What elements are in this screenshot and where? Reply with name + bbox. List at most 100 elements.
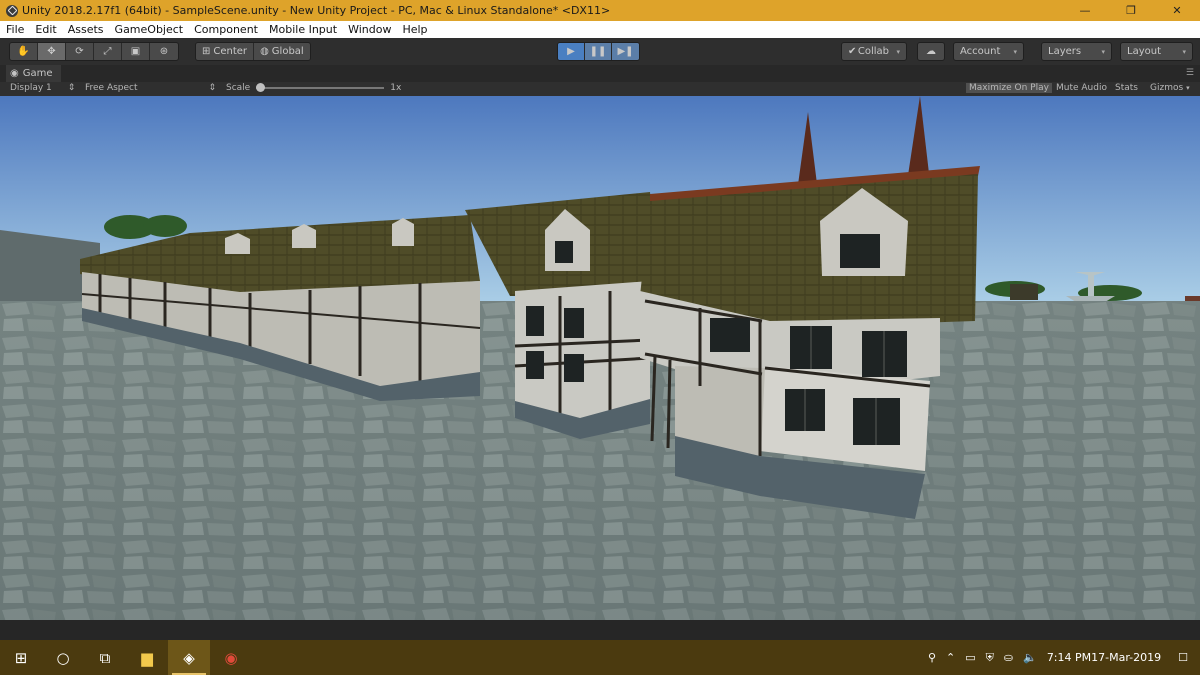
rotate-tool-button[interactable]: ⟳: [66, 43, 94, 60]
hand-icon: ✋: [17, 46, 30, 57]
volume-icon[interactable]: 🔈: [1018, 640, 1042, 675]
globe-icon: ◍: [260, 46, 269, 57]
cloud-button[interactable]: ☁: [917, 42, 945, 61]
chevron-updown-icon: ⇕: [67, 83, 76, 93]
search-circle-icon: ○: [56, 648, 70, 667]
clock-date: 17-Mar-2019: [1091, 650, 1162, 664]
display-dropdown[interactable]: Display 1 ⇕: [10, 83, 75, 93]
chevron-down-icon: ▾: [1182, 47, 1186, 56]
tab-game[interactable]: ◉ Game: [6, 65, 61, 82]
pivot-global-button[interactable]: ◍ Global: [254, 43, 310, 60]
mute-audio-toggle[interactable]: Mute Audio: [1056, 83, 1107, 93]
chrome-icon: ◉: [224, 648, 238, 667]
play-icon: ▶: [567, 46, 575, 57]
game-scene: [0, 96, 1200, 620]
hand-tool-button[interactable]: ✋: [10, 43, 38, 60]
notifications-icon[interactable]: ☐: [1166, 640, 1200, 675]
editor-bottom-strip: [0, 620, 1200, 640]
main-toolbar: ✋ ✥ ⟳ ⤢ ▣ ⊛ ⊞ Center ◍ Global ▶ ❚❚ ▶❚ ✔ Co…: [0, 38, 1200, 65]
menu-assets[interactable]: Assets: [68, 23, 104, 36]
game-controller-icon: ◉: [10, 68, 19, 79]
play-button[interactable]: ▶: [558, 43, 585, 60]
display-label: Display 1: [10, 83, 52, 93]
game-tab-label: Game: [22, 68, 53, 79]
network-icon[interactable]: ⛀: [999, 640, 1018, 675]
transform-tool-button[interactable]: ⊛: [150, 43, 178, 60]
menu-gameobject[interactable]: GameObject: [115, 23, 184, 36]
rect-tool-button[interactable]: ▣: [122, 43, 150, 60]
aspect-label: Free Aspect: [85, 83, 138, 93]
chevron-updown-icon: ⇕: [208, 83, 217, 93]
minimize-button[interactable]: —: [1062, 0, 1108, 21]
clock-time: 7:14 PM: [1046, 650, 1092, 664]
step-icon: ▶❚: [617, 46, 634, 57]
pivot-icon: ⊞: [202, 46, 211, 57]
game-viewport[interactable]: [0, 96, 1200, 620]
step-button[interactable]: ▶❚: [612, 43, 639, 60]
menu-edit[interactable]: Edit: [35, 23, 56, 36]
layout-label: Layout: [1127, 46, 1161, 57]
chevron-down-icon: ▾: [896, 47, 900, 56]
folder-icon: ▆: [141, 648, 153, 667]
layers-label: Layers: [1048, 46, 1082, 57]
aspect-dropdown[interactable]: Free Aspect ⇕: [85, 83, 216, 93]
chevron-down-icon: ▾: [1186, 84, 1190, 92]
close-button[interactable]: ✕: [1154, 0, 1200, 21]
start-button[interactable]: ⊞: [0, 640, 42, 675]
pivot-center-button[interactable]: ⊞ Center: [196, 43, 255, 60]
cortana-button[interactable]: ○: [42, 640, 84, 675]
layout-dropdown[interactable]: Layout ▾: [1120, 42, 1193, 61]
security-shield-icon[interactable]: ⛨: [981, 640, 999, 675]
file-explorer-button[interactable]: ▆: [126, 640, 168, 675]
stats-label: Stats: [1115, 83, 1138, 93]
people-icon[interactable]: ⚲: [923, 640, 941, 675]
stats-toggle[interactable]: Stats: [1115, 83, 1138, 93]
account-dropdown[interactable]: Account ▾: [953, 42, 1024, 61]
task-view-button[interactable]: ⧉: [84, 640, 126, 675]
move-icon: ✥: [47, 46, 56, 57]
move-tool-button[interactable]: ✥: [38, 43, 66, 60]
scale-slider[interactable]: [256, 83, 385, 92]
chevron-down-icon: ▾: [1013, 47, 1017, 56]
menu-window[interactable]: Window: [348, 23, 391, 36]
gizmos-dropdown[interactable]: Gizmos ▾: [1150, 83, 1190, 93]
transform-icon: ⊛: [159, 46, 169, 57]
pause-icon: ❚❚: [589, 46, 607, 57]
scale-icon: ⤢: [103, 46, 112, 57]
panel-menu-icon[interactable]: ☰: [1186, 68, 1194, 78]
rotation-label: Global: [271, 46, 304, 57]
game-tab-header: ◉ Game ☰: [0, 65, 1200, 82]
collab-label: Collab: [857, 46, 889, 57]
unity-app-icon: [6, 4, 18, 17]
mute-label: Mute Audio: [1056, 83, 1107, 93]
chevron-up-icon[interactable]: ⌃: [941, 640, 960, 675]
transform-tools: ✋ ✥ ⟳ ⤢ ▣ ⊛: [9, 42, 179, 61]
windows-taskbar: ⊞ ○ ⧉ ▆ ◈ ◉ ⚲ ⌃ ▭ ⛨ ⛀ 🔈 7:14 PM 17-Mar-2…: [0, 640, 1200, 675]
collab-dropdown[interactable]: ✔ Collab ▾: [841, 42, 907, 61]
rect-icon: ▣: [130, 46, 141, 57]
pivot-label: Center: [213, 46, 248, 57]
maximize-on-play-toggle[interactable]: Maximize On Play: [966, 83, 1052, 93]
unity-icon: ◈: [183, 648, 195, 667]
scale-slider-handle[interactable]: [256, 83, 266, 92]
window-controls: — ❐ ✕: [1062, 0, 1200, 21]
layers-dropdown[interactable]: Layers ▾: [1041, 42, 1112, 61]
pause-button[interactable]: ❚❚: [585, 43, 612, 60]
scale-control: Scale 1x: [226, 83, 401, 93]
gizmos-label: Gizmos: [1150, 83, 1184, 93]
unity-taskbar-button[interactable]: ◈: [168, 640, 210, 675]
game-view-controls: Display 1 ⇕ Free Aspect ⇕ Scale 1x Maxim…: [0, 82, 1200, 96]
menu-file[interactable]: File: [6, 23, 24, 36]
scale-value: 1x: [390, 83, 402, 93]
menu-component[interactable]: Component: [194, 23, 258, 36]
pivot-controls: ⊞ Center ◍ Global: [195, 42, 311, 61]
restore-button[interactable]: ❐: [1108, 0, 1154, 21]
scale-tool-button[interactable]: ⤢: [94, 43, 122, 60]
menu-help[interactable]: Help: [402, 23, 427, 36]
menu-mobile-input[interactable]: Mobile Input: [269, 23, 337, 36]
monitor-icon[interactable]: ▭: [960, 640, 980, 675]
system-clock[interactable]: 7:14 PM 17-Mar-2019: [1042, 640, 1166, 675]
title-bar: Unity 2018.2.17f1 (64bit) - SampleScene.…: [0, 0, 1200, 21]
cloud-icon: ☁: [926, 46, 936, 57]
chrome-taskbar-button[interactable]: ◉: [210, 640, 252, 675]
